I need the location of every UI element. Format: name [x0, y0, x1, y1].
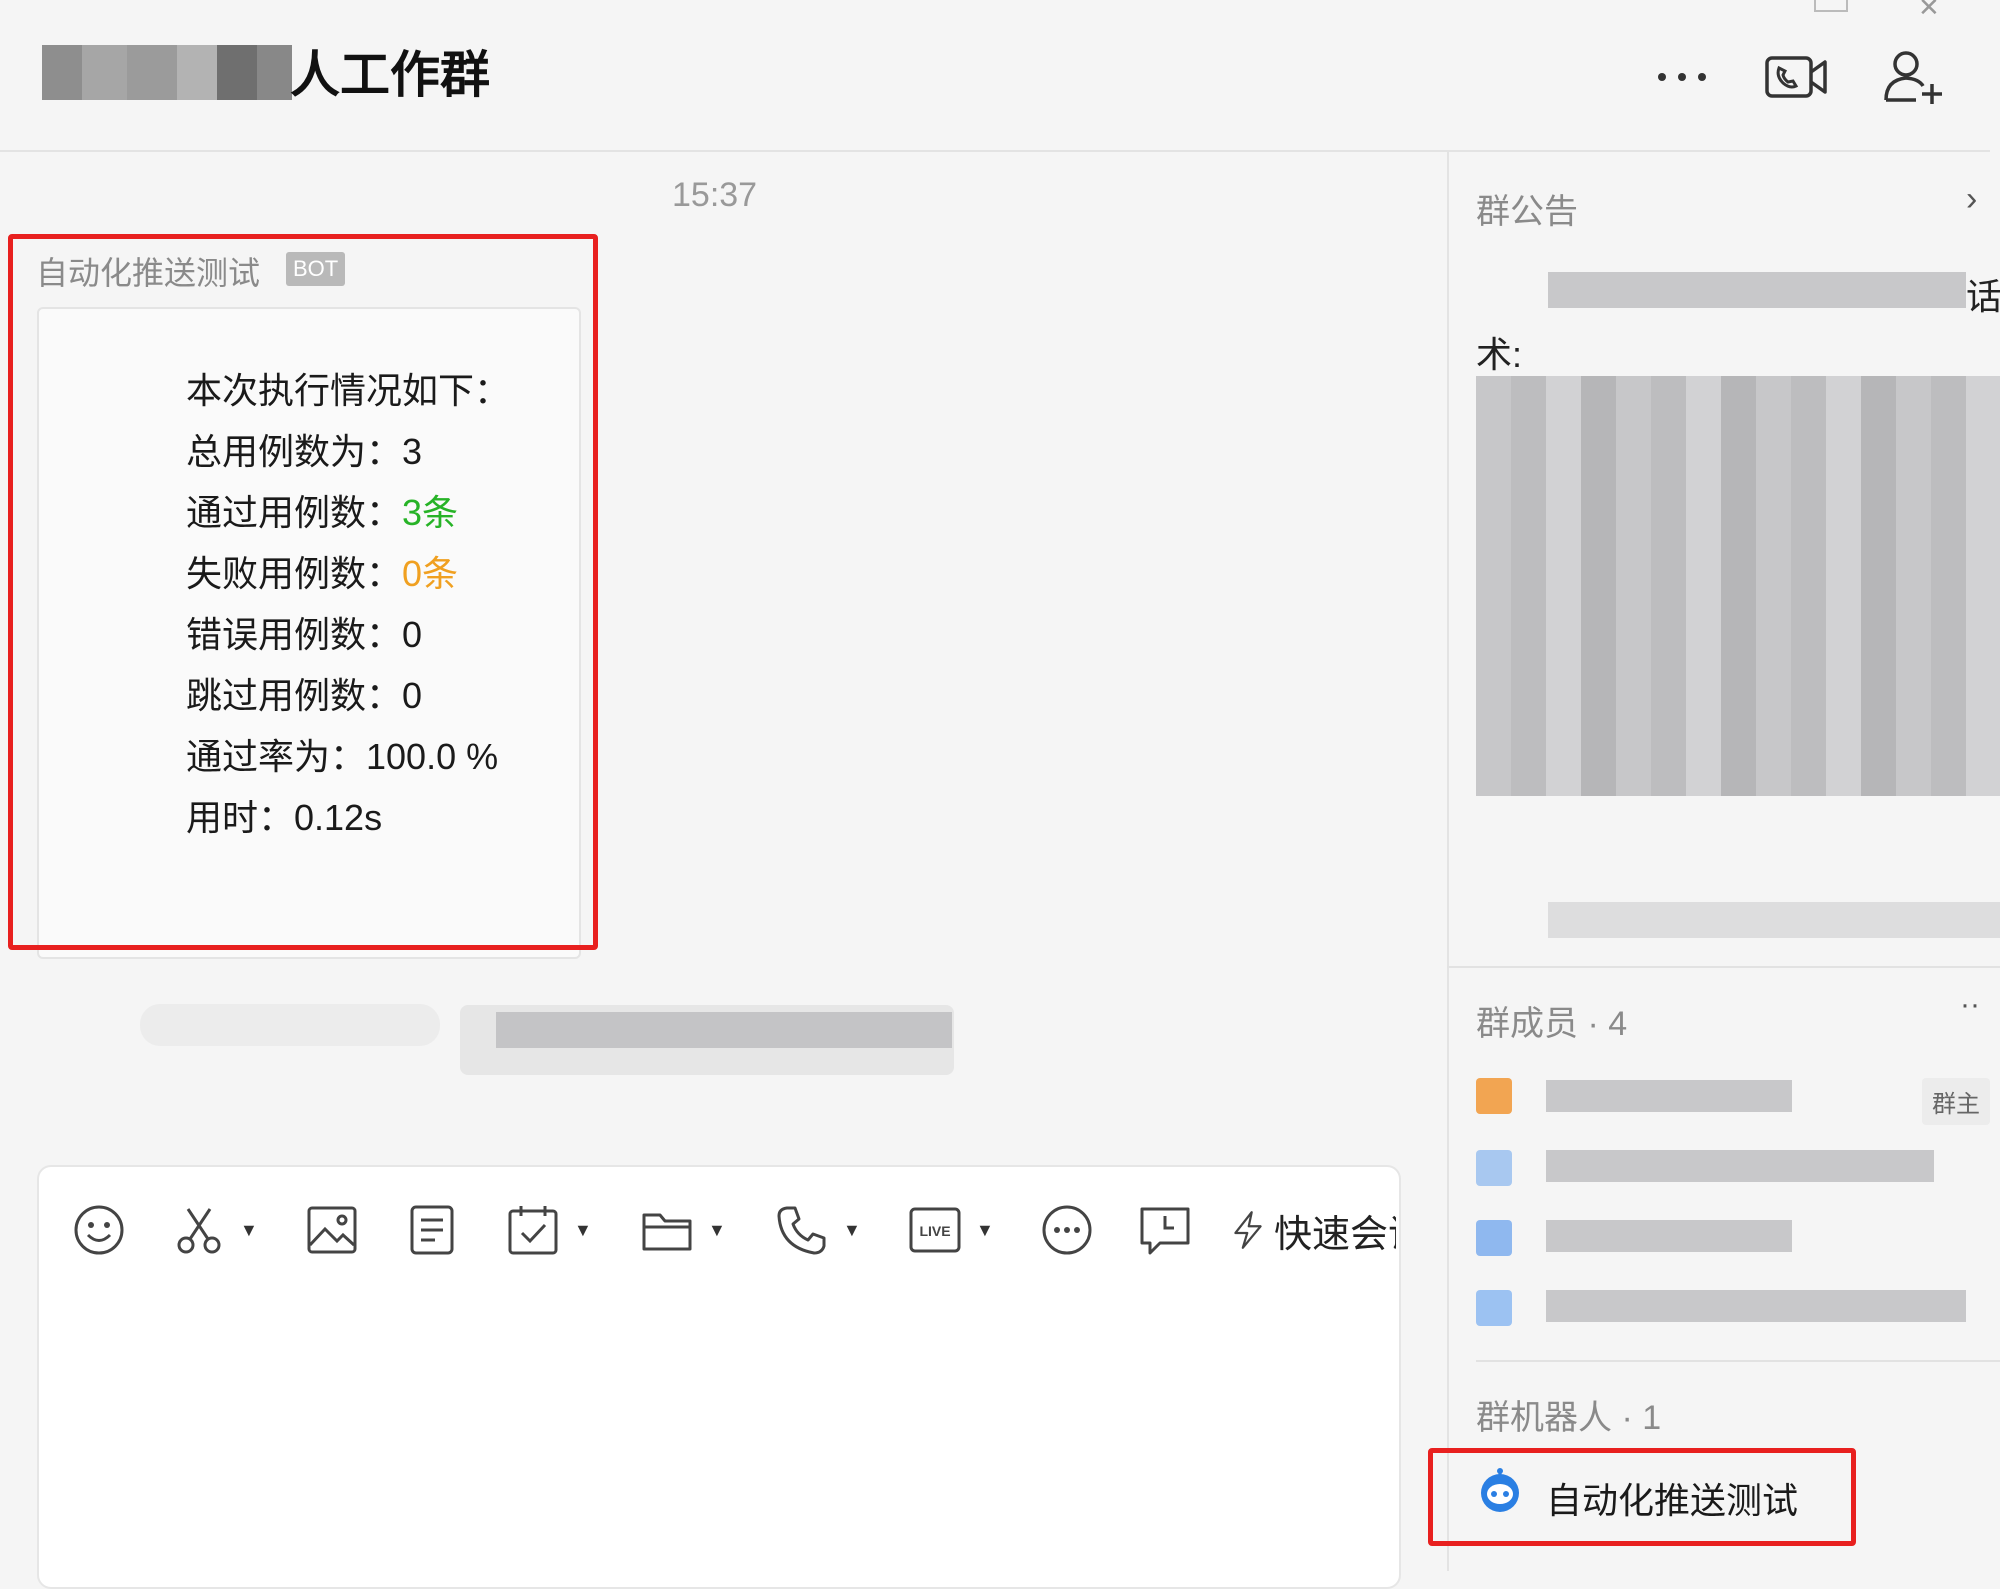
schedule-icon — [1140, 1207, 1190, 1255]
lightning-icon — [1234, 1211, 1262, 1249]
chevron-down-icon[interactable]: ▼ — [240, 1220, 258, 1241]
highlight-box-robot — [1428, 1448, 1856, 1546]
avatar[interactable] — [1476, 1078, 1512, 1114]
image-button[interactable] — [305, 1200, 359, 1260]
avatar[interactable] — [1476, 1220, 1512, 1256]
chevron-down-icon[interactable]: ▼ — [708, 1220, 726, 1241]
blurred-member-name[interactable] — [1546, 1150, 1934, 1182]
todo-icon — [508, 1206, 558, 1255]
divider — [1476, 1360, 2000, 1362]
quick-meeting-label: 快速会议 — [1274, 1213, 1396, 1256]
todo-button[interactable]: ▼ — [506, 1200, 592, 1260]
group-title: 人工作群 — [290, 47, 490, 103]
blurred-member-name[interactable] — [1546, 1080, 1792, 1112]
blurred-announcement-body — [1476, 376, 2000, 796]
doc-icon — [410, 1205, 454, 1255]
schedule-button[interactable] — [1138, 1200, 1192, 1260]
phone-button[interactable]: ▼ — [775, 1200, 861, 1260]
group-name-blurred — [42, 45, 292, 100]
blurred-announcement-footer — [1548, 902, 2000, 938]
blurred-sender — [140, 1004, 440, 1046]
members-title[interactable]: 群成员 · 4 — [1476, 996, 1627, 1045]
chevron-right-icon[interactable]: › — [1966, 180, 1977, 219]
screenshot-button[interactable]: ▼ — [172, 1200, 258, 1260]
close-icon[interactable]: ✕ — [1918, 0, 1940, 23]
robots-title[interactable]: 群机器人 · 1 — [1476, 1390, 1661, 1439]
blurred-member-name[interactable] — [1546, 1220, 1792, 1252]
announcement-fragment: 话 — [1966, 276, 2000, 317]
screenshot-icon — [177, 1208, 221, 1254]
phone-icon — [777, 1206, 826, 1255]
group-info-panel — [1447, 152, 2000, 1571]
chevron-down-icon[interactable]: ▼ — [976, 1220, 994, 1241]
live-icon: LIVE — [909, 1207, 961, 1253]
announcement-fragment: 术: — [1476, 334, 1523, 375]
emoji-icon — [74, 1205, 124, 1255]
video-call-icon[interactable] — [1764, 48, 1828, 106]
folder-icon — [642, 1213, 692, 1251]
owner-badge: 群主 — [1922, 1078, 1990, 1125]
emoji-button[interactable] — [72, 1200, 126, 1260]
live-button[interactable]: LIVE ▼ — [908, 1200, 994, 1260]
document-button[interactable] — [405, 1200, 459, 1260]
divider — [1447, 966, 2000, 968]
add-member-icon[interactable] — [1880, 48, 1944, 106]
more-circle-icon — [1042, 1205, 1092, 1255]
file-button[interactable]: ▼ — [640, 1200, 726, 1260]
blurred-message-text — [496, 1012, 952, 1048]
chevron-down-icon[interactable]: ▼ — [574, 1220, 592, 1241]
more-icon[interactable]: ·· — [1960, 988, 1980, 1022]
maximize-icon[interactable] — [1814, 0, 1848, 12]
highlight-box-message — [8, 234, 598, 950]
more-icon[interactable] — [1650, 48, 1714, 106]
svg-text:LIVE: LIVE — [919, 1223, 950, 1239]
avatar[interactable] — [1476, 1290, 1512, 1326]
more-tools-button[interactable] — [1040, 1200, 1094, 1260]
announcement-title[interactable]: 群公告 — [1476, 184, 1578, 233]
blurred-member-name[interactable] — [1546, 1290, 1966, 1322]
chevron-down-icon[interactable]: ▼ — [843, 1220, 861, 1241]
avatar[interactable] — [1476, 1150, 1512, 1186]
message-timestamp: 15:37 — [672, 176, 758, 214]
quick-meeting-button[interactable]: 快速会议 — [1228, 1200, 1396, 1260]
blurred-announcement-line — [1548, 272, 1966, 308]
image-icon — [307, 1206, 357, 1254]
